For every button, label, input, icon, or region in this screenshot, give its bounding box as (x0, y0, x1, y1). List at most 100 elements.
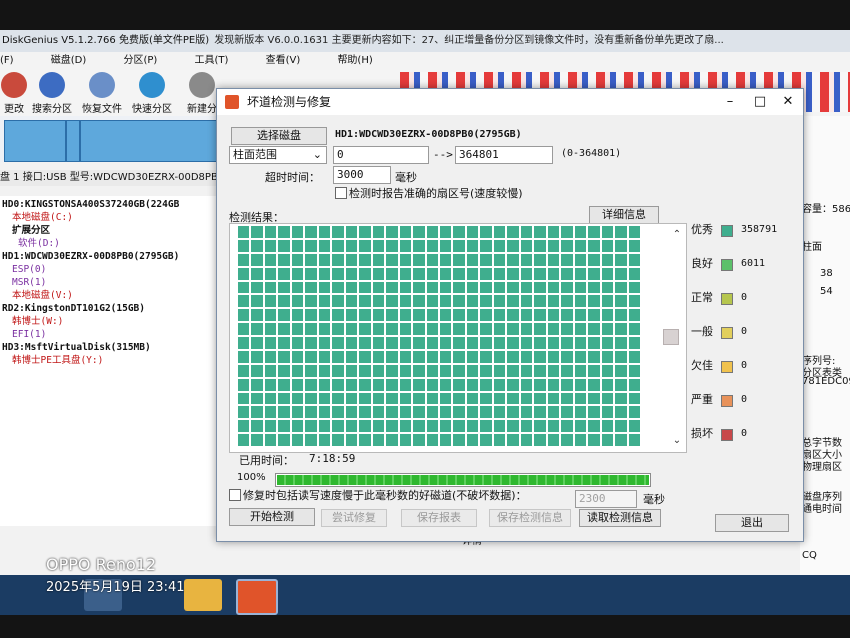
disk-map-partition[interactable] (4, 120, 66, 162)
sector-block (628, 226, 640, 238)
disk-map-partition[interactable] (66, 120, 80, 162)
sector-block (251, 239, 263, 252)
sector-block (615, 253, 627, 266)
range-from-input[interactable]: 0 (333, 146, 429, 164)
select-disk-button[interactable]: 选择磁盘 (231, 127, 327, 145)
sector-block (413, 420, 425, 433)
sector-block (588, 406, 600, 419)
sector-block (399, 295, 412, 308)
sector-block (507, 378, 519, 391)
sector-block (318, 295, 331, 308)
sector-block (466, 295, 479, 308)
legend-count: 0 (741, 360, 748, 371)
range-type-select[interactable]: 柱面范围 ⌄ (229, 146, 327, 164)
toolbar-recover-files-button[interactable]: 恢复文件 (78, 70, 126, 115)
tree-item[interactable]: RD2:KingstonDT101G2(15GB) (2, 302, 145, 316)
try-repair-button[interactable]: 尝试修复 (321, 509, 387, 527)
watermark-device: OPPO Reno12 (46, 555, 157, 574)
tree-item[interactable]: 扩展分区 (12, 224, 50, 238)
sector-block (440, 309, 452, 322)
menu-tools[interactable]: 工具(T) (194, 52, 228, 70)
toolbar-label: 恢复文件 (82, 104, 122, 115)
sector-block (238, 337, 250, 349)
legend-count: 6011 (741, 258, 766, 269)
sector-block (453, 434, 465, 446)
sector-block (574, 281, 587, 294)
sector-block (386, 420, 398, 433)
sector-block (291, 267, 304, 280)
timeout-input[interactable]: 3000 (333, 166, 391, 184)
menu-help[interactable]: 帮助(H) (337, 52, 372, 70)
tree-item[interactable]: 软件(D:) (18, 237, 60, 251)
sector-block (278, 295, 290, 308)
exit-button[interactable]: 退出 (715, 514, 789, 532)
tree-item[interactable]: HD3:MsftVirtualDisk(315MB) (2, 341, 151, 355)
repair-slow-checkbox[interactable] (229, 489, 241, 501)
range-type-value: 柱面范围 (233, 148, 277, 161)
tree-item[interactable]: EFI(1) (12, 328, 46, 342)
range-to-input[interactable]: 364801 (455, 146, 553, 164)
sector-block (588, 309, 600, 322)
menu-disk[interactable]: 磁盘(D) (51, 52, 87, 70)
sector-block (426, 434, 438, 446)
load-scan-info-button[interactable]: 读取检测信息 (579, 509, 661, 527)
report-accurate-checkbox[interactable] (335, 187, 347, 199)
sector-block (547, 267, 560, 280)
tree-item[interactable]: 韩博士(W:) (12, 315, 63, 329)
scroll-down-icon[interactable]: ⌄ (670, 434, 684, 448)
diskgenius-taskbar-icon[interactable] (236, 579, 278, 615)
sector-block (547, 378, 560, 391)
sector-block (440, 350, 452, 363)
close-button[interactable]: ✕ (773, 89, 803, 115)
disk-map-partition[interactable] (80, 120, 222, 162)
minimize-button[interactable]: – (715, 89, 745, 115)
sector-block (520, 281, 533, 294)
sector-block (466, 350, 479, 363)
sector-block (372, 295, 385, 308)
tree-item[interactable]: 韩博士PE工具盘(Y:) (12, 354, 103, 368)
folder-icon[interactable] (184, 579, 222, 611)
tree-item[interactable]: 本地磁盘(C:) (12, 211, 73, 225)
sector-block (372, 323, 385, 335)
sector-block (372, 267, 385, 280)
detail-info-button[interactable]: 详细信息 (589, 206, 659, 224)
toolbar-search-partition-button[interactable]: 搜索分区 (28, 70, 76, 115)
sector-block (628, 378, 640, 391)
sector-block (399, 253, 412, 266)
menu-partition[interactable]: 分区(P) (123, 52, 157, 70)
start-scan-button[interactable]: 开始检测 (229, 508, 315, 526)
sector-block (278, 226, 290, 238)
sector-block (574, 323, 587, 335)
tree-item[interactable]: HD0:KINGSTONSA400S37240GB(224GB (2, 198, 179, 212)
tree-item[interactable]: ESP(0) (12, 263, 46, 277)
tree-item[interactable]: HD1:WDCWD30EZRX-00D8PB0(2795GB) (2, 250, 179, 264)
menu-file[interactable]: (F) (0, 52, 14, 70)
sector-block (318, 337, 331, 349)
sector-block (466, 309, 479, 322)
repair-threshold-input[interactable]: 2300 (575, 490, 637, 508)
save-scan-info-button[interactable]: 保存检测信息 (489, 509, 571, 527)
sector-block (332, 337, 344, 349)
sector-block (628, 323, 640, 335)
update-notice[interactable]: 发现新版本 V6.0.0.1631 主要更新内容如下：27、纠正增量备份分区到镜… (214, 35, 724, 46)
tree-item[interactable]: 本地磁盘(V:) (12, 289, 73, 303)
scroll-up-icon[interactable]: ⌃ (670, 228, 684, 242)
maximize-button[interactable]: □ (745, 89, 775, 115)
menu-view[interactable]: 查看(V) (266, 52, 301, 70)
sector-block (413, 323, 425, 335)
sector-block (264, 420, 277, 433)
tree-item[interactable]: MSR(1) (12, 276, 46, 290)
sector-block (413, 281, 425, 294)
legend-count: 358791 (741, 224, 778, 235)
disk-icon (139, 72, 165, 98)
sector-block (507, 295, 519, 308)
sector-block (615, 309, 627, 322)
app-title: DiskGenius V5.1.2.766 免费版(单文件PE版) (2, 35, 210, 46)
sector-block (601, 420, 614, 433)
toolbar-quick-partition-button[interactable]: 快速分区 (128, 70, 176, 115)
sector-block (601, 406, 614, 419)
sector-block (278, 309, 290, 322)
sector-block (453, 378, 465, 391)
save-report-button[interactable]: 保存报表 (401, 509, 477, 527)
sector-block (453, 323, 465, 335)
